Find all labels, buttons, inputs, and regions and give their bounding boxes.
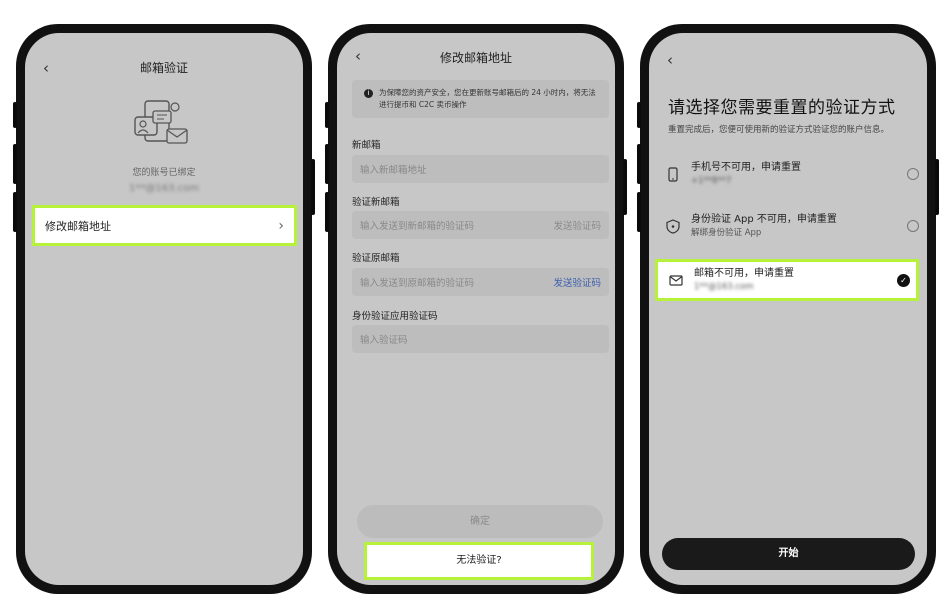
page-title: 邮箱验证 — [139, 61, 188, 75]
email-verify-screen: ‹ 邮箱验证 您的账号已绑定 1**@163.com 修改邮箱地址 › — [25, 33, 303, 585]
authenticator-code-input[interactable]: 输入验证码 — [352, 325, 609, 353]
check-selected-icon[interactable]: ✓ — [897, 273, 910, 287]
mail-icon — [668, 272, 684, 288]
option-email-label: 邮箱不可用，申请重置 — [694, 268, 794, 279]
change-email-screen: ‹ 修改邮箱地址 i 为保障您的资产安全，您在更新账号邮箱后的 24 小时内，将… — [337, 33, 615, 585]
bound-email: 1**@163.com — [129, 183, 199, 194]
change-email-row[interactable]: 修改邮箱地址 › — [32, 205, 297, 246]
notice-text: 为保障您的资产安全，您在更新账号邮箱后的 24 小时内，将无法进行提币和 C2C… — [379, 88, 596, 109]
verify-new-email-label: 验证新邮箱 — [352, 197, 400, 208]
security-notice: i 为保障您的资产安全，您在更新账号邮箱后的 24 小时内，将无法进行提币和 C… — [352, 80, 609, 118]
option-phone-detail: +1**8**7 — [691, 176, 732, 186]
phone-frame-reset-method: ‹ 请选择您需要重置的验证方式 重置完成后，您便可使用新的验证方式验证您的账户信… — [637, 24, 939, 594]
authenticator-code-placeholder: 输入验证码 — [360, 335, 408, 346]
info-icon: i — [364, 89, 373, 98]
new-email-input[interactable]: 输入新邮箱地址 — [352, 155, 609, 183]
radio-unselected[interactable] — [907, 220, 919, 232]
verify-old-email-label: 验证原邮箱 — [352, 253, 400, 264]
email-illustration-icon — [134, 100, 188, 144]
option-authenticator-detail: 解绑身份验证 App — [691, 228, 762, 238]
phone-frame-email-verify: ‹ 邮箱验证 您的账号已绑定 1**@163.com 修改邮箱地址 › — [13, 24, 315, 594]
bound-text: 您的账号已绑定 — [132, 168, 196, 178]
reset-method-screen: ‹ 请选择您需要重置的验证方式 重置完成后，您便可使用新的验证方式验证您的账户信… — [649, 33, 927, 585]
send-code-old-button[interactable]: 发送验证码 — [553, 275, 601, 289]
new-email-placeholder: 输入新邮箱地址 — [360, 165, 427, 176]
verify-old-email-input[interactable]: 输入发送到原邮箱的验证码 发送验证码 — [352, 268, 609, 296]
shield-icon — [665, 218, 681, 234]
page-title: 修改邮箱地址 — [439, 51, 512, 65]
confirm-button[interactable]: 确定 — [357, 505, 603, 538]
authenticator-code-label: 身份验证应用验证码 — [352, 311, 438, 322]
chevron-right-icon: › — [278, 217, 284, 234]
cant-verify-button[interactable]: 无法验证? — [364, 542, 594, 580]
option-authenticator-label: 身份验证 App 不可用，申请重置 — [691, 214, 837, 225]
phone-frame-change-email: ‹ 修改邮箱地址 i 为保障您的资产安全，您在更新账号邮箱后的 24 小时内，将… — [325, 24, 627, 594]
phone-icon — [665, 166, 681, 182]
option-phone[interactable]: 手机号不可用，申请重置 +1**8**7 — [665, 154, 925, 194]
option-phone-label: 手机号不可用，申请重置 — [691, 162, 801, 173]
verify-new-email-placeholder: 输入发送到新邮箱的验证码 — [360, 221, 475, 232]
option-email[interactable]: 邮箱不可用，申请重置 1**@163.com ✓ — [655, 259, 919, 301]
new-email-label: 新邮箱 — [352, 140, 381, 151]
radio-unselected[interactable] — [907, 168, 919, 180]
change-email-label: 修改邮箱地址 — [45, 219, 111, 233]
back-chevron-icon[interactable]: ‹ — [667, 51, 673, 69]
verify-old-email-placeholder: 输入发送到原邮箱的验证码 — [360, 278, 475, 289]
send-code-new-button[interactable]: 发送验证码 — [553, 218, 601, 232]
verify-new-email-input[interactable]: 输入发送到新邮箱的验证码 发送验证码 — [352, 211, 609, 239]
option-authenticator[interactable]: 身份验证 App 不可用，申请重置 解绑身份验证 App — [665, 206, 925, 246]
option-email-detail: 1**@163.com — [694, 282, 754, 292]
page-title: 请选择您需要重置的验证方式 — [668, 98, 896, 118]
page-subtitle: 重置完成后，您便可使用新的验证方式验证您的账户信息。 — [668, 125, 890, 135]
start-button[interactable]: 开始 — [662, 538, 915, 570]
